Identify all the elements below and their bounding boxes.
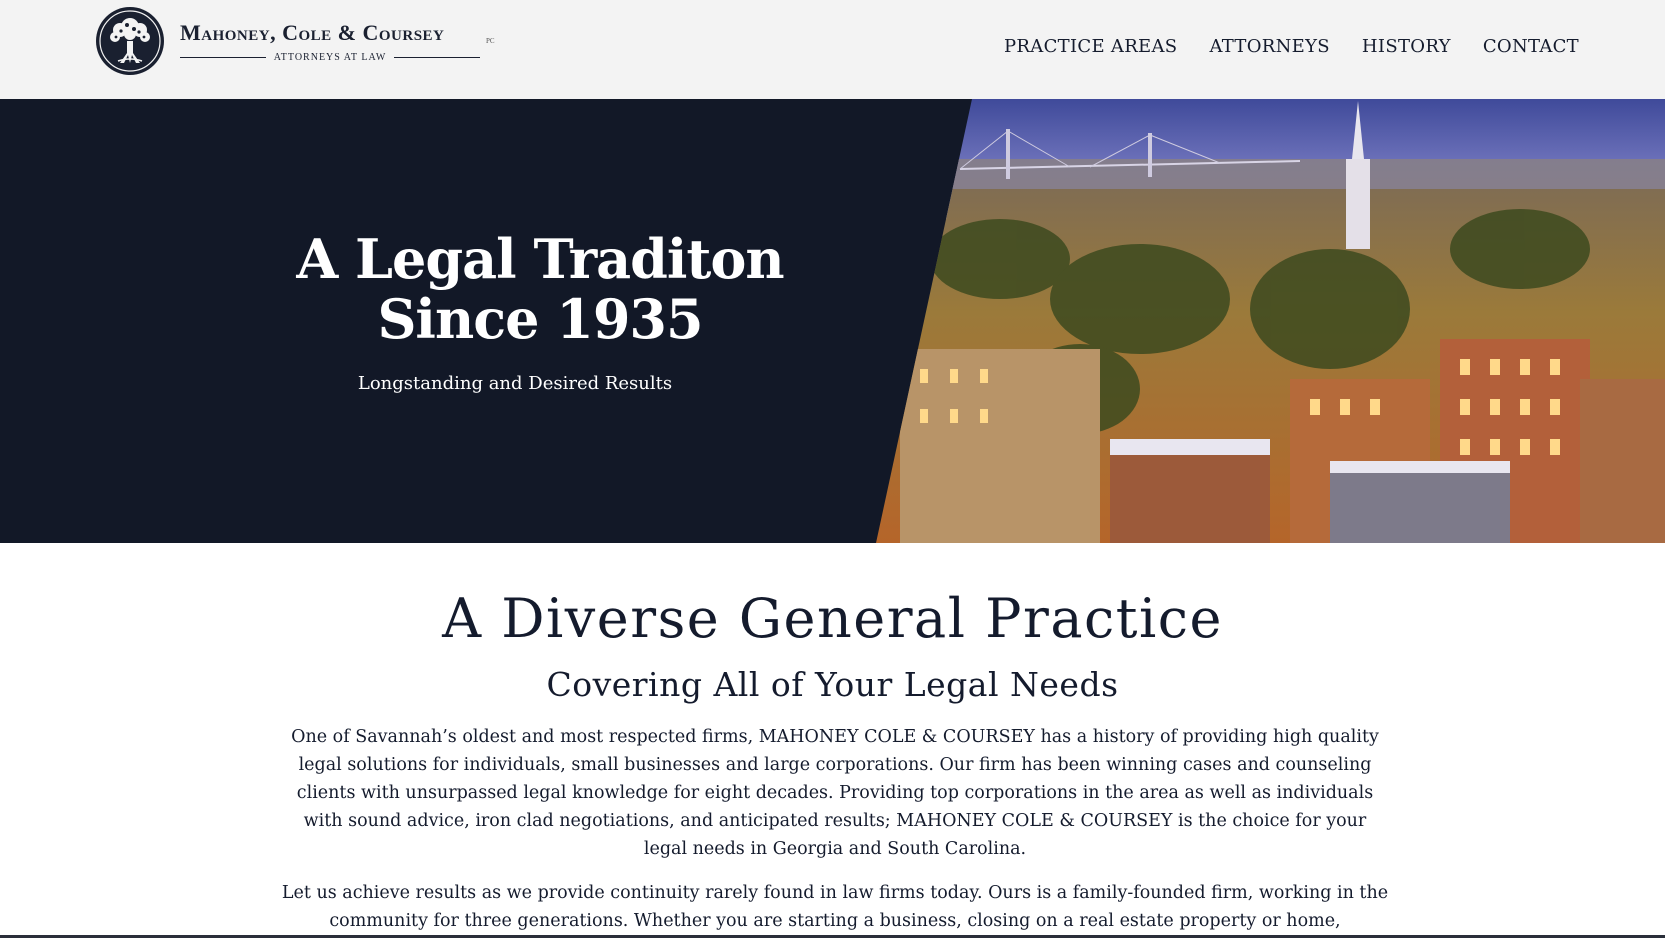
section-subheading: Covering All of Your Legal Needs [546,665,1119,704]
tagline-text: ATTORNEYS AT LAW [273,51,387,63]
nav-history[interactable]: HISTORY [1362,36,1451,57]
nav-contact[interactable]: CONTACT [1483,36,1579,57]
tagline-rule-right [394,56,480,58]
hero-banner: A Legal Traditon Since 1935 Longstanding… [0,99,1665,543]
hero-title: A Legal Traditon Since 1935 [296,227,784,351]
main-nav: PRACTICE AREAS ATTORNEYS HISTORY CONTACT [1004,36,1579,57]
brand-tagline: ATTORNEYS AT LAW [180,50,480,64]
hero-subtitle: Longstanding and Desired Results [357,373,673,394]
nav-practice-areas[interactable]: PRACTICE AREAS [1004,36,1177,57]
intro-paragraph: One of Savannah’s oldest and most respec… [291,727,1379,859]
site-header: Mahoney, Cole & Coursey PC ATTORNEYS AT … [0,0,1665,99]
nav-attorneys[interactable]: ATTORNEYS [1209,36,1329,57]
brand-name[interactable]: Mahoney, Cole & Coursey [180,20,444,46]
continuity-paragraph: Let us achieve results as we provide con… [281,883,1389,931]
tagline-rule-left [180,56,266,58]
tree-emblem-icon[interactable] [94,5,166,77]
brand-suffix: PC [486,37,495,45]
section-heading: A Diverse General Practice [442,587,1223,650]
